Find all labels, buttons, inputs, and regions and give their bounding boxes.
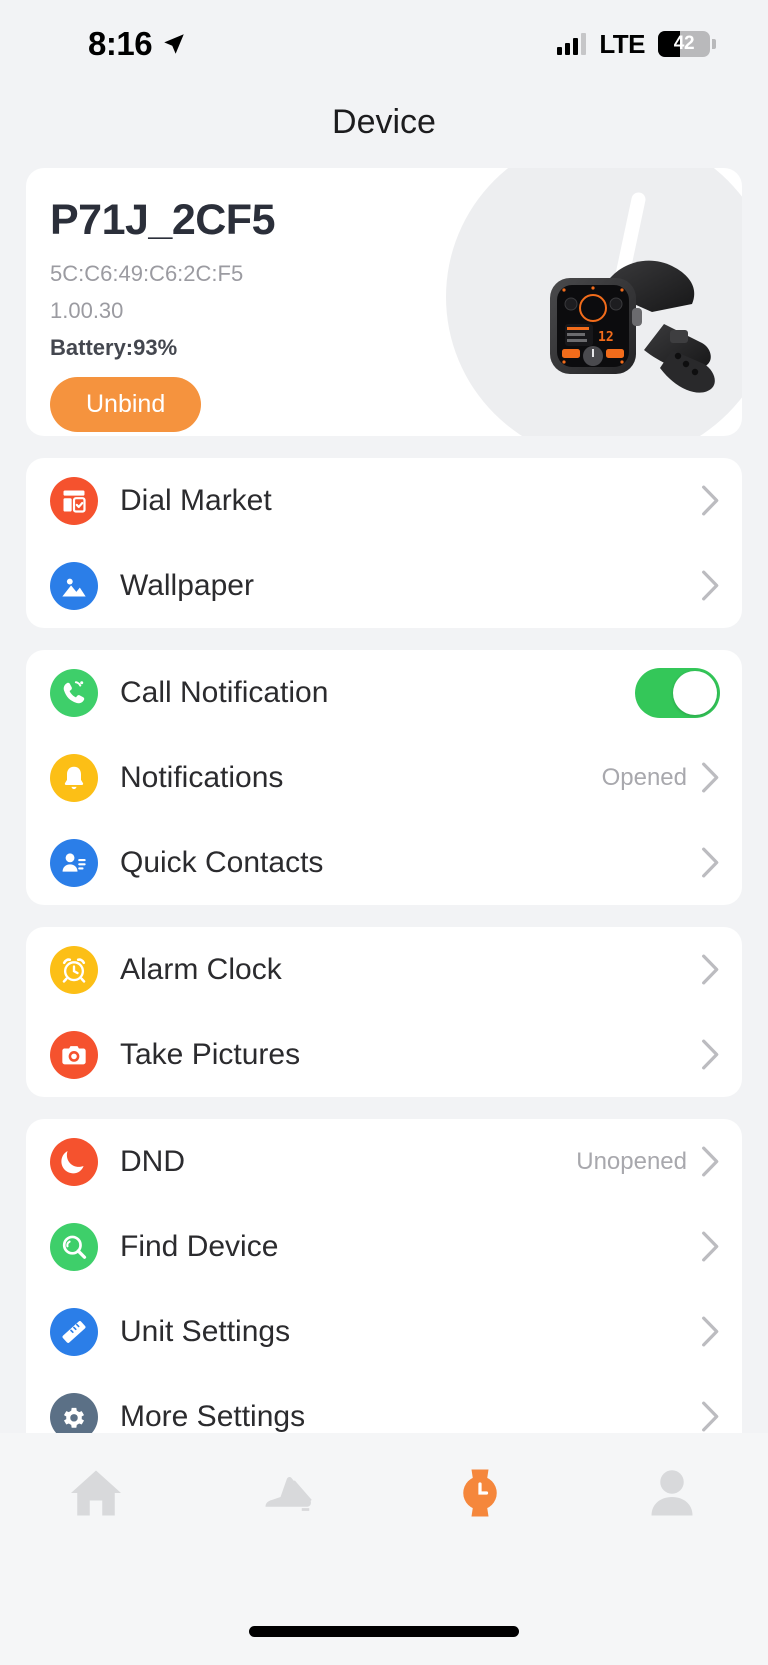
- take-pictures-label: Take Pictures: [120, 1037, 301, 1071]
- status-bar-right: LTE 42: [557, 28, 716, 60]
- network-type-label: LTE: [599, 28, 645, 59]
- find-device-label: Find Device: [120, 1229, 279, 1263]
- home-indicator: [249, 1626, 519, 1637]
- row-dnd[interactable]: DND Unopened: [26, 1119, 742, 1204]
- home-icon: [71, 1470, 121, 1516]
- navigation-bar: Device: [0, 88, 768, 156]
- ruler-icon: [50, 1307, 98, 1356]
- chevron-right-icon: [701, 1401, 720, 1432]
- row-dial-market[interactable]: Dial Market: [26, 458, 742, 543]
- tab-sport[interactable]: [192, 1463, 384, 1523]
- status-bar: 8:16 LTE 42: [0, 0, 768, 88]
- location-arrow-icon: [164, 34, 184, 54]
- svg-text:12: 12: [598, 330, 614, 345]
- call-notification-toggle[interactable]: [635, 667, 720, 718]
- unit-settings-label: Unit Settings: [120, 1314, 291, 1348]
- notifications-status: Opened: [601, 763, 687, 791]
- status-time: 8:16: [88, 25, 153, 62]
- tab-device[interactable]: [384, 1463, 576, 1523]
- wallpaper-icon: [50, 561, 98, 610]
- camera-icon: [50, 1030, 98, 1079]
- watch-icon: [463, 1469, 497, 1517]
- page-title: Device: [332, 102, 436, 141]
- row-unit-settings[interactable]: Unit Settings: [26, 1289, 742, 1374]
- alarm-clock-label: Alarm Clock: [120, 952, 282, 986]
- dnd-status: Unopened: [576, 1147, 687, 1175]
- battery-percent-label: 42: [673, 33, 695, 54]
- device-name: P71J_2CF5: [50, 196, 276, 244]
- phone-call-icon: [50, 668, 98, 717]
- group-notifications: Call Notification Notifications Opened Quic…: [26, 650, 742, 905]
- chevron-right-icon: [701, 1039, 720, 1070]
- group-system: DND Unopened Find Device Unit Settings More …: [26, 1119, 742, 1459]
- chevron-right-icon: [701, 847, 720, 878]
- battery-icon: 42: [658, 31, 716, 57]
- moon-icon: [50, 1137, 98, 1186]
- dial-market-label: Dial Market: [120, 483, 272, 517]
- unbind-button[interactable]: Unbind: [50, 377, 202, 432]
- chevron-right-icon: [701, 1146, 720, 1177]
- cellular-bars-icon: [557, 33, 587, 55]
- more-settings-label: More Settings: [120, 1399, 306, 1433]
- chevron-right-icon: [701, 1316, 720, 1347]
- call-notification-label: Call Notification: [120, 675, 329, 709]
- group-appearance: Dial Market Wallpaper: [26, 458, 742, 628]
- row-take-pictures[interactable]: Take Pictures: [26, 1012, 742, 1097]
- chevron-right-icon: [701, 762, 720, 793]
- row-notifications[interactable]: Notifications Opened: [26, 735, 742, 820]
- row-find-device[interactable]: Find Device: [26, 1204, 742, 1289]
- chevron-right-icon: [701, 570, 720, 601]
- group-tools: Alarm Clock Take Pictures: [26, 927, 742, 1097]
- chevron-right-icon: [701, 954, 720, 985]
- quick-contacts-label: Quick Contacts: [120, 845, 324, 879]
- alarm-clock-icon: [50, 945, 98, 994]
- settings-groups: Dial Market Wallpaper Call Notification Not…: [0, 458, 768, 1459]
- find-device-icon: [50, 1222, 98, 1271]
- tab-home[interactable]: [0, 1463, 192, 1523]
- notifications-label: Notifications: [120, 760, 284, 794]
- chevron-right-icon: [701, 1231, 720, 1262]
- device-summary-card[interactable]: P71J_2CF5 5C:C6:49:C6:2C:F5 1.00.30 Batt…: [26, 168, 742, 436]
- dial-market-icon: [50, 476, 98, 525]
- bell-icon: [50, 753, 98, 802]
- row-call-notification[interactable]: Call Notification: [26, 650, 742, 735]
- row-wallpaper[interactable]: Wallpaper: [26, 543, 742, 628]
- tab-profile[interactable]: [576, 1463, 768, 1523]
- bottom-tab-bar: [0, 1433, 768, 1665]
- chevron-right-icon: [701, 485, 720, 516]
- watch-product-image: 12: [550, 260, 715, 393]
- running-shoe-icon: [265, 1477, 312, 1511]
- status-bar-left: 8:16: [88, 25, 187, 63]
- row-quick-contacts[interactable]: Quick Contacts: [26, 820, 742, 905]
- dnd-label: DND: [120, 1144, 185, 1178]
- contacts-icon: [50, 838, 98, 887]
- row-alarm-clock[interactable]: Alarm Clock: [26, 927, 742, 1012]
- app-screen: 8:16 LTE 42 Device P71J_2CF5 5C:C6:49:C6…: [0, 0, 768, 1665]
- wallpaper-label: Wallpaper: [120, 568, 254, 602]
- person-icon: [651, 1470, 693, 1516]
